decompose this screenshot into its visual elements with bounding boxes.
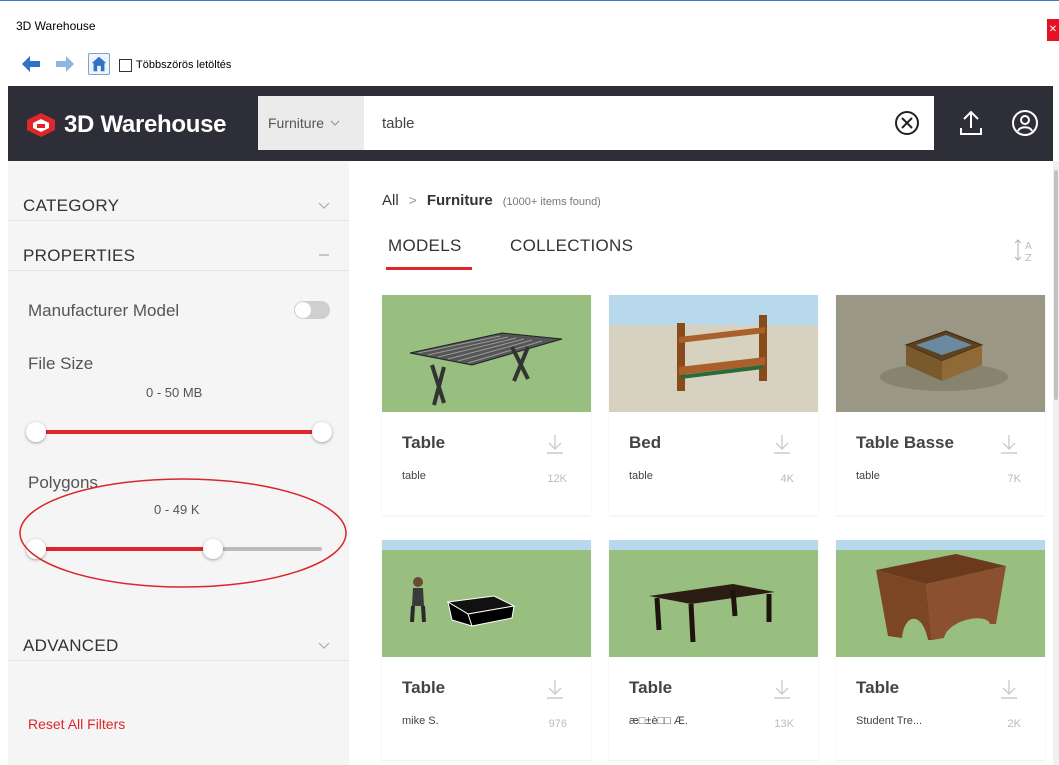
model-thumbnail (382, 540, 591, 657)
model-card[interactable]: Table table 12K (382, 295, 591, 515)
reset-filters-link[interactable]: Reset All Filters (28, 716, 125, 732)
slider-min-handle[interactable] (26, 422, 46, 442)
slider-fill (36, 430, 322, 434)
model-size: 12K (547, 473, 567, 485)
arrow-right-icon[interactable] (54, 53, 76, 75)
model-author[interactable]: table (402, 470, 426, 482)
model-card[interactable]: Table mike S. 976 (382, 540, 591, 760)
logo[interactable]: 3D Warehouse (26, 111, 227, 139)
logo-text: 3D Warehouse (64, 111, 227, 138)
model-author[interactable]: æ□±è□□ Æ. (629, 715, 688, 727)
model-thumbnail (836, 295, 1045, 412)
download-icon[interactable] (544, 433, 566, 455)
breadcrumb-all[interactable]: All (382, 192, 399, 209)
collapse-minus-icon (319, 254, 329, 256)
tab-models[interactable]: MODELS (388, 236, 462, 256)
search-category-value: Furniture (268, 115, 325, 131)
breadcrumb-separator-icon: > (408, 192, 417, 208)
download-icon[interactable] (544, 678, 566, 700)
model-card[interactable]: Bed table 4K (609, 295, 818, 515)
download-icon[interactable] (998, 433, 1020, 455)
model-card[interactable]: Table Student Tre... 2K (836, 540, 1045, 760)
model-thumbnail (382, 295, 591, 412)
polygons-range: 0 - 49 K (154, 502, 200, 517)
breadcrumb: All > Furniture (1000+ items found) (382, 192, 601, 209)
model-thumbnail (609, 295, 818, 412)
category-section[interactable]: CATEGORY (8, 171, 349, 221)
chevron-down-icon (318, 642, 330, 649)
model-size: 2K (1007, 718, 1021, 730)
model-author[interactable]: table (629, 470, 653, 482)
model-size: 13K (774, 718, 794, 730)
slider-fill (36, 547, 214, 551)
toggle-knob (295, 302, 311, 318)
arrow-left-icon[interactable] (20, 53, 42, 75)
warehouse-logo-icon (27, 113, 55, 137)
app-header: 3D Warehouse Furniture (8, 86, 1053, 161)
model-author[interactable]: mike S. (402, 715, 439, 727)
model-name[interactable]: Table (629, 678, 672, 698)
multi-download-label: Többszörös letöltés (136, 59, 232, 71)
slider-max-handle[interactable] (203, 539, 224, 559)
model-size: 976 (548, 718, 567, 730)
filter-sidebar: CATEGORY PROPERTIES Manufacturer Model F… (8, 161, 349, 765)
model-author[interactable]: table (856, 470, 880, 482)
properties-label: PROPERTIES (23, 246, 136, 265)
chevron-down-icon (330, 120, 340, 126)
model-author[interactable]: Student Tre... (856, 715, 922, 727)
active-tab-indicator (386, 267, 472, 270)
polygons-label: Polygons (28, 473, 98, 492)
model-card[interactable]: Table Basse table 7K (836, 295, 1045, 515)
model-thumbnail (836, 540, 1045, 657)
upload-icon[interactable] (956, 108, 986, 138)
advanced-section[interactable]: ADVANCED (8, 611, 349, 661)
file-size-slider[interactable] (26, 422, 332, 442)
search-category-select[interactable]: Furniture (258, 96, 364, 150)
window-title: 3D Warehouse (16, 19, 96, 33)
polygons-slider[interactable] (26, 539, 322, 559)
download-icon[interactable] (771, 433, 793, 455)
clear-search-icon[interactable] (892, 108, 922, 138)
browser-toolbar: Többszörös letöltés (0, 44, 1059, 86)
annotation-ellipse (19, 478, 347, 588)
manufacturer-model-label: Manufacturer Model (28, 301, 180, 320)
properties-section[interactable]: PROPERTIES (8, 221, 349, 271)
scrollbar-thumb[interactable] (1054, 170, 1058, 400)
result-count: (1000+ items found) (502, 196, 601, 208)
download-icon[interactable] (771, 678, 793, 700)
home-icon[interactable] (88, 53, 110, 75)
model-size: 4K (780, 473, 794, 485)
close-icon[interactable]: ✕ (1047, 19, 1059, 41)
tab-collections[interactable]: COLLECTIONS (510, 236, 633, 256)
manufacturer-model-toggle[interactable] (294, 301, 330, 319)
model-card[interactable]: Table æ□±è□□ Æ. 13K (609, 540, 818, 760)
svg-text:A: A (1025, 241, 1032, 252)
model-name[interactable]: Table Basse (856, 433, 954, 453)
model-name[interactable]: Table (402, 678, 445, 698)
multi-download-checkbox[interactable] (119, 59, 132, 72)
window-titlebar: 3D Warehouse ✕ (0, 0, 1059, 44)
search-input[interactable] (364, 96, 934, 150)
model-name[interactable]: Table (856, 678, 899, 698)
slider-max-handle[interactable] (312, 422, 332, 442)
model-name[interactable]: Table (402, 433, 445, 453)
chevron-down-icon (318, 202, 330, 209)
slider-min-handle[interactable] (26, 539, 46, 559)
file-size-range: 0 - 50 MB (146, 385, 203, 400)
sort-az-icon[interactable]: A Z (1012, 236, 1036, 266)
breadcrumb-current: Furniture (426, 192, 493, 209)
model-size: 7K (1007, 473, 1021, 485)
category-label: CATEGORY (23, 196, 120, 215)
download-icon[interactable] (998, 678, 1020, 700)
advanced-label: ADVANCED (23, 636, 119, 655)
model-thumbnail (609, 540, 818, 657)
user-account-icon[interactable] (1010, 108, 1040, 138)
svg-text:Z: Z (1025, 253, 1032, 264)
file-size-label: File Size (28, 354, 94, 373)
model-name[interactable]: Bed (629, 433, 661, 453)
